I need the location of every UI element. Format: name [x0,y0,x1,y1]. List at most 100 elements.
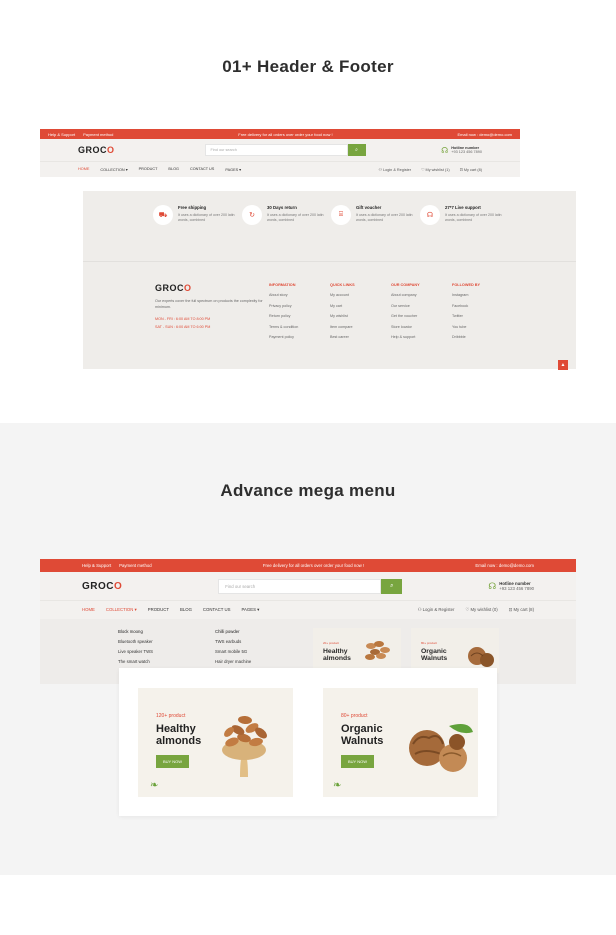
footer-link[interactable]: Privacy policy [269,304,330,308]
nav-home[interactable]: HOME [78,167,89,172]
footer-link[interactable]: Item compare [330,325,391,329]
logo[interactable]: GROCO [82,581,122,592]
search-icon: ⌕ [355,147,358,153]
headset-icon: ☊ [420,205,440,225]
almond-image [222,715,267,777]
footer-about-text: Our experts cover the full spectrum on p… [155,299,263,309]
mini-banner-almonds[interactable]: 20+ product Healthy almonds [313,628,401,673]
banner-title: Organic Walnuts [341,723,384,748]
footer-link[interactable]: Twitter [452,314,513,318]
nav-bar: HOME COLLECTION ▾ PRODUCT BLOG CONTACT U… [40,600,576,619]
nav-blog[interactable]: BLOG [168,167,179,172]
mega-menu-item[interactable]: Live speaker TWS [118,649,153,654]
nav-pages[interactable]: PAGES ▾ [225,167,241,172]
nav-pages[interactable]: PAGES ▾ [241,607,259,613]
wishlist-link[interactable]: ♡ My wishlist (1) [421,167,450,172]
footer-link[interactable]: Return policy [269,314,330,318]
free-delivery-text: Free delivery for all orders over order … [238,131,333,137]
headset-icon: ☊ [488,580,497,591]
mega-menu-item[interactable]: Hair dryer machine [215,659,251,664]
cart-link[interactable]: ⊡ My cart (8) [460,167,482,172]
footer-link[interactable]: My cart [330,304,391,308]
feature-title: 27*7 Live support [445,205,481,210]
footer-column-title: OUR COMPANY [391,283,420,287]
footer-link[interactable]: Help & support [391,335,452,339]
logo[interactable]: GROCO [78,145,115,155]
feature-title: Free shipping [178,205,207,210]
feature-desc: It uses a dictionary of over 200 latin w… [356,213,413,223]
footer-preview: ⛟ Free shipping It uses a dictionary of o… [83,191,576,370]
footer-column-quick-links: QUICK LINKS My account My cart My wishli… [330,283,391,346]
footer-link[interactable]: About story [269,293,330,297]
footer-link[interactable]: Payment policy [269,335,330,339]
mini-banner-title: Organic Walnuts [421,648,448,663]
nav-blog[interactable]: BLOG [180,607,192,613]
feature-item: ⛟ Free shipping It uses a dictionary of o… [153,205,242,225]
hotline-number[interactable]: +93 123 456 7890 [451,150,482,154]
almond-image [365,641,390,660]
footer-logo[interactable]: GROCO [155,283,269,293]
payment-method-link[interactable]: Payment method [119,563,151,568]
banner-title: Healthy almonds [156,723,202,748]
feature-desc: It uses a dictionary of over 200 latin w… [178,213,235,223]
login-link[interactable]: ⚇ Login & Register [379,167,412,172]
search-input[interactable]: Find our search [204,144,348,156]
cart-link[interactable]: ⊡ My cart (8) [509,607,534,613]
section-heading-mega-menu: Advance mega menu [220,481,396,500]
footer-link[interactable]: Best career [330,335,391,339]
footer-link[interactable]: Dribbble [452,335,513,339]
feature-title: Gift voucher [356,205,382,210]
footer-link[interactable]: Store locator [391,325,452,329]
mega-menu-item[interactable]: Chilli powder [215,629,251,634]
banner-almonds[interactable]: 120+ product Healthy almonds BUY NOW ❧ [138,688,293,797]
footer-link[interactable]: My account [330,293,391,297]
hotline-number[interactable]: +93 123 456 7890 [499,586,534,591]
wishlist-link[interactable]: ♡ My wishlist (0) [465,607,497,613]
search-button[interactable]: ⌕ [381,578,403,594]
nav-contact[interactable]: CONTACT US [203,607,231,613]
buy-now-button[interactable]: BUY NOW [341,755,375,768]
footer-column-our-company: OUR COMPANY About company Our service Ge… [391,283,452,346]
back-to-top-button[interactable]: ▲ [558,360,568,370]
mega-menu-item[interactable]: TWS earbuds [215,639,251,644]
nav-product[interactable]: PRODUCT [148,607,169,613]
footer-link[interactable]: About company [391,293,452,297]
search-input[interactable]: Find our search [218,578,382,594]
buy-now-button[interactable]: BUY NOW [156,755,190,768]
gift-icon: ⌸ [331,205,351,225]
nav-contact[interactable]: CONTACT US [190,167,214,172]
nav-collection[interactable]: COLLECTION ▾ [106,607,137,613]
footer-column-information: INFORMATION About story Privacy policy R… [269,283,330,346]
banner-walnuts[interactable]: 80+ product Organic Walnuts BUY NOW ❧ [323,688,478,797]
payment-method-link[interactable]: Payment method [83,132,113,137]
footer-link[interactable]: Instagram [452,293,513,297]
footer-link[interactable]: My wishlist [330,314,391,318]
mega-menu-item[interactable]: Block moong [118,629,153,634]
footer-link[interactable]: Terms & condition [269,325,330,329]
search-button[interactable]: ⌕ [347,144,366,156]
login-link[interactable]: ⚇ Login & Register [418,607,455,613]
mini-banner-walnuts[interactable]: 80+ product Organic Walnuts [411,628,499,673]
email-text: Email now : demo@demo.com [457,131,512,137]
help-support-link[interactable]: Help & Support [82,563,111,568]
mega-menu-item[interactable]: Smart mobile 5G [215,649,251,654]
nav-home[interactable]: HOME [82,607,95,613]
footer-link[interactable]: You tube [452,325,513,329]
mega-menu-item[interactable]: The smart watch [118,659,153,664]
leaf-icon: ❧ [333,780,342,791]
footer-link[interactable]: Facebook [452,304,513,308]
feature-title: 30 Days return [267,205,297,210]
footer-columns: GROCO Our experts cover the full spectru… [155,283,513,346]
mini-banner-title: Healthy almonds [323,648,351,663]
feature-item: ↻ 30 Days return It uses a dictionary of … [242,205,331,225]
hours-weekday: MON - FRI : 6:00 AM TO 8:00 PM [155,316,211,321]
footer-column-title: FOLLOWED BY [452,283,481,287]
banner-tag: 120+ product [156,713,186,719]
nav-product[interactable]: PRODUCT [139,167,158,172]
nav-collection[interactable]: COLLECTION ▾ [100,167,127,172]
footer-about: GROCO Our experts cover the full spectru… [155,283,269,346]
footer-link[interactable]: Our service [391,304,452,308]
mega-menu-item[interactable]: Bluetooth speaker [118,639,153,644]
footer-link[interactable]: Get the voucher [391,314,452,318]
help-support-link[interactable]: Help & Support [48,132,75,137]
